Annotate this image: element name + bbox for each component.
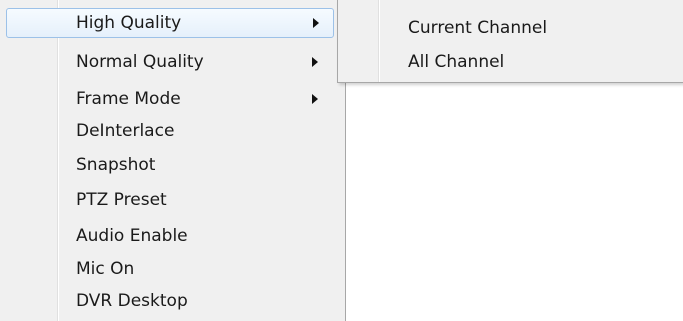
menu-item-deinterlace[interactable]: DeInterlace (6, 116, 334, 146)
menu-item-mic-on[interactable]: Mic On (6, 254, 334, 284)
menu-item-dvr-desktop[interactable]: DVR Desktop (6, 286, 334, 316)
menu-item-frame-mode[interactable]: Frame Mode (6, 84, 334, 114)
menu-item-label: Normal Quality (76, 52, 204, 72)
menu-item-normal-quality[interactable]: Normal Quality (6, 47, 334, 77)
menu-item-label: Frame Mode (76, 89, 181, 109)
menu-item-label: Snapshot (76, 155, 156, 175)
submenu-arrow-icon (312, 94, 318, 104)
menu-item-audio-enable[interactable]: Audio Enable (6, 221, 334, 251)
menu-item-ptz-preset[interactable]: PTZ Preset (6, 185, 334, 215)
menu-item-label: High Quality (76, 13, 182, 33)
menu-item-label: PTZ Preset (76, 190, 167, 210)
menu-item-label: DVR Desktop (76, 291, 188, 311)
submenu-arrow-icon (312, 57, 318, 67)
submenu-item-current-channel[interactable]: Current Channel (408, 13, 547, 43)
menu-item-label: Mic On (76, 259, 135, 279)
submenu-item-all-channel[interactable]: All Channel (408, 47, 504, 77)
submenu-arrow-icon (313, 18, 319, 28)
menu-item-snapshot[interactable]: Snapshot (6, 150, 334, 180)
menu-item-label: DeInterlace (76, 121, 175, 141)
context-menu: High Quality Normal Quality Frame Mode D… (0, 0, 346, 321)
quality-submenu: Current Channel All Channel (337, 0, 683, 83)
submenu-gutter-divider-highlight (379, 0, 380, 82)
menu-item-label: Audio Enable (76, 226, 188, 246)
menu-item-high-quality[interactable]: High Quality (6, 8, 334, 38)
